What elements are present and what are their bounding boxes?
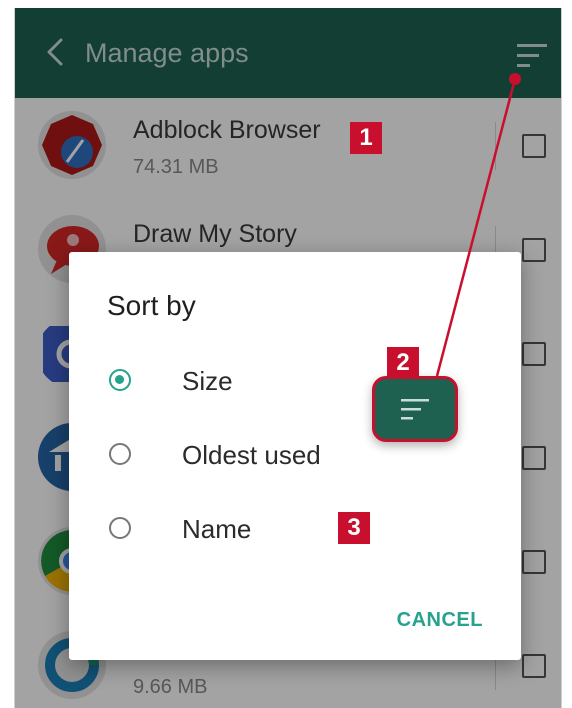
option-label: Name <box>182 514 252 544</box>
sort-dialog: Sort by Size Oldest used Name CANCEL <box>69 252 521 660</box>
cancel-button[interactable]: CANCEL <box>397 609 483 632</box>
callout-badge-2: 2 <box>387 347 419 379</box>
sort-option-size[interactable]: Size <box>99 354 399 410</box>
radio-button-selected[interactable] <box>109 369 131 391</box>
dialog-title: Sort by <box>107 290 196 321</box>
sort-icon-magnified <box>372 376 458 442</box>
radio-button[interactable] <box>109 517 131 539</box>
option-label: Size <box>182 366 233 396</box>
sort-icon <box>401 399 429 420</box>
callout-badge-3: 3 <box>338 512 370 544</box>
option-label: Oldest used <box>182 440 321 470</box>
radio-button[interactable] <box>109 443 131 465</box>
callout-badge-1: 1 <box>350 122 382 154</box>
device-screen: Manage apps Adblock Browser 74.31 MB Dra… <box>14 8 562 708</box>
sort-option-oldest-used[interactable]: Oldest used <box>99 428 399 484</box>
